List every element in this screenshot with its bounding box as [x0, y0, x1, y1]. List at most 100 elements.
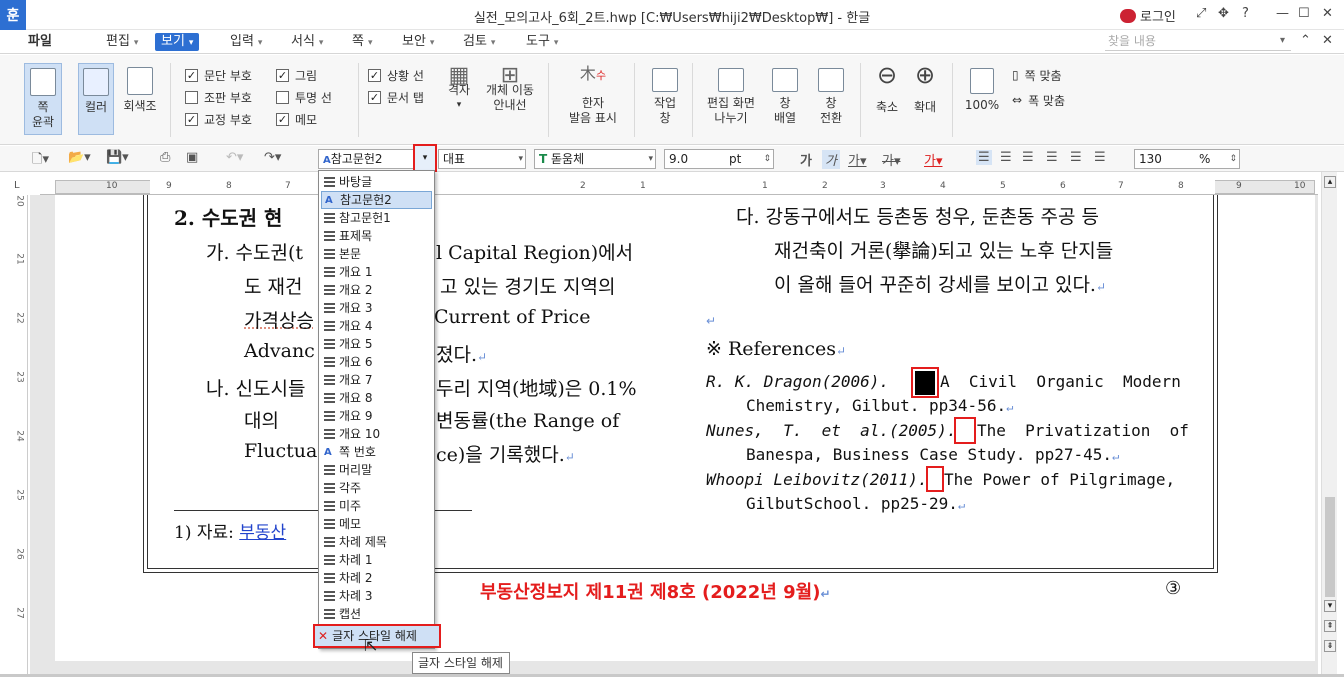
object-guide-button[interactable]: ⊞ 개체 이동 안내선 — [480, 65, 540, 113]
page-outline-button[interactable]: 쪽 윤곽 — [24, 63, 62, 135]
font-size-input[interactable]: 9.0 pt ⇕ — [664, 149, 774, 169]
task-pane-button[interactable]: 작업 창 — [646, 68, 684, 126]
style-item[interactable]: 개요 2 — [321, 281, 432, 299]
style-item[interactable]: 개요 5 — [321, 335, 432, 353]
align-center-button[interactable]: ☰ — [1022, 150, 1034, 165]
check-paragraph-mark[interactable]: ✓ 문단 부호 — [185, 64, 275, 86]
menu-format[interactable]: 서식 ▾ — [285, 33, 329, 51]
new-doc-icon[interactable]: 🗋▾ — [32, 150, 49, 172]
style-item[interactable]: 차례 2 — [321, 569, 432, 587]
preview-icon[interactable]: ▣ — [186, 150, 198, 165]
close-doc-icon[interactable]: ✕ — [1322, 33, 1333, 48]
align-right-button[interactable]: ☰ — [1046, 150, 1058, 165]
page-down-icon[interactable]: ⇟ — [1324, 640, 1336, 652]
fit-page-button[interactable]: ▯ 쪽 맞춤 — [1012, 64, 1062, 86]
move-icon[interactable]: ✥ — [1218, 6, 1229, 21]
style-item[interactable]: 개요 3 — [321, 299, 432, 317]
menu-insert[interactable]: 입력 ▾ — [224, 33, 268, 51]
scroll-thumb[interactable] — [1325, 497, 1335, 597]
font-select[interactable]: T 돋움체 ▾ — [534, 149, 656, 169]
check-proof-mark[interactable]: ✓ 교정 부호 — [185, 108, 275, 130]
menu-review[interactable]: 검토 ▾ — [457, 33, 501, 51]
checkbox[interactable]: ✓ — [368, 68, 381, 82]
bold-button[interactable]: 가 — [800, 150, 812, 169]
style-item[interactable]: 메모 — [321, 515, 432, 533]
style-item[interactable]: 개요 1 — [321, 263, 432, 281]
close-button[interactable]: ✕ — [1322, 6, 1333, 21]
check-transparent-line[interactable]: 투명 선 — [276, 86, 361, 108]
search-input[interactable]: 찾을 내용 — [1105, 32, 1291, 51]
window-switch-button[interactable]: 창 전환 — [812, 68, 850, 126]
undo-icon[interactable]: ↶▾ — [226, 150, 243, 165]
strike-button[interactable]: 가▾ — [882, 150, 901, 169]
zoom-in-button[interactable]: ⊕ 확대 — [908, 63, 942, 115]
style-item[interactable]: 표제목 — [321, 227, 432, 245]
zoom-input[interactable]: 130% ⇕ — [1134, 149, 1240, 169]
style-item[interactable]: 개요 4 — [321, 317, 432, 335]
checkbox[interactable]: ✓ — [185, 112, 198, 126]
style-item[interactable]: 차례 제목 — [321, 533, 432, 551]
checkbox[interactable]: ✓ — [276, 112, 289, 126]
menu-security[interactable]: 보안 ▾ — [396, 33, 440, 51]
check-memo[interactable]: ✓ 메모 — [276, 108, 361, 130]
zoom-out-button[interactable]: ⊖ 축소 — [870, 63, 904, 115]
style-item[interactable]: 캡션 — [321, 605, 432, 623]
style-item[interactable]: 본문 — [321, 245, 432, 263]
login-button[interactable]: 로그인 — [1120, 6, 1176, 25]
open-icon[interactable]: 📂▾ — [68, 150, 91, 165]
style-item[interactable]: 개요 7 — [321, 371, 432, 389]
checkbox[interactable]: ✓ — [368, 90, 381, 104]
search-dropdown-icon[interactable]: ▾ — [1280, 35, 1285, 46]
save-icon[interactable]: 💾▾ — [106, 150, 129, 165]
zoom-100-button[interactable]: 100% — [962, 68, 1002, 113]
fullscreen-icon[interactable]: ⤢ — [1196, 6, 1206, 21]
checkbox[interactable] — [276, 90, 289, 104]
underline-button[interactable]: 가▾ — [848, 150, 867, 169]
scroll-down-icon[interactable]: ▾ — [1324, 600, 1336, 612]
style-item[interactable]: 차례 1 — [321, 551, 432, 569]
collapse-ribbon-icon[interactable]: ⌃ — [1300, 33, 1311, 48]
style-item[interactable]: 미주 — [321, 497, 432, 515]
vertical-scrollbar[interactable]: ▴ ▾ ⇞ ⇟ — [1321, 172, 1337, 677]
checkbox[interactable]: ✓ — [185, 68, 198, 82]
style-dropdown-button[interactable]: ▾ — [413, 144, 437, 172]
align-divide-button[interactable]: ☰ — [1094, 150, 1106, 165]
hanja-button[interactable]: 木수 한자 발음 표시 — [560, 66, 626, 126]
menu-page[interactable]: 쪽 ▾ — [346, 33, 379, 51]
style-item[interactable]: 머리말 — [321, 461, 432, 479]
grid-button[interactable]: ▦ 격자 ▾ — [442, 65, 476, 113]
language-select[interactable]: 대표 ▾ — [438, 149, 526, 169]
menu-view[interactable]: 보기 ▾ — [155, 33, 200, 51]
grayscale-button[interactable]: 회색조 — [120, 67, 160, 135]
menu-file[interactable]: 파일 — [22, 33, 58, 51]
style-item[interactable]: 바탕글 — [321, 173, 432, 191]
style-item[interactable]: 개요 10 — [321, 425, 432, 443]
redo-icon[interactable]: ↷▾ — [264, 150, 281, 165]
style-item[interactable]: 개요 6 — [321, 353, 432, 371]
maximize-button[interactable]: ☐ — [1298, 6, 1310, 21]
checkbox[interactable]: ✓ — [276, 68, 289, 82]
tab-stop-icon[interactable]: L — [14, 180, 20, 191]
minimize-button[interactable]: — — [1276, 6, 1289, 21]
window-arrange-button[interactable]: 창 배열 — [766, 68, 804, 126]
menu-edit[interactable]: 편집 ▾ — [100, 33, 144, 51]
checkbox[interactable] — [185, 90, 198, 104]
help-icon[interactable]: ? — [1242, 6, 1249, 21]
page-up-icon[interactable]: ⇞ — [1324, 620, 1336, 632]
edit-split-button[interactable]: 편집 화면 나누기 — [700, 68, 762, 126]
fit-width-button[interactable]: ⇔ 폭 맞춤 — [1012, 89, 1065, 111]
print-icon[interactable]: ⎙ — [160, 150, 170, 165]
color-button[interactable]: 컬러 — [78, 63, 114, 135]
menu-tools[interactable]: 도구 ▾ — [520, 33, 564, 51]
align-distribute-button[interactable]: ☰ — [1070, 150, 1082, 165]
style-item-selected[interactable]: A 참고문헌2 — [321, 191, 432, 209]
align-left-button[interactable]: ☰ — [1000, 150, 1012, 165]
style-item[interactable]: 각주 — [321, 479, 432, 497]
align-justify-button[interactable]: ☰ — [976, 150, 992, 165]
check-picture[interactable]: ✓ 그림 — [276, 64, 361, 86]
style-item[interactable]: 개요 8 — [321, 389, 432, 407]
style-item[interactable]: A쪽 번호 — [321, 443, 432, 461]
scroll-up-icon[interactable]: ▴ — [1324, 176, 1336, 188]
italic-button[interactable]: 가 — [822, 150, 840, 169]
style-item[interactable]: 차례 3 — [321, 587, 432, 605]
